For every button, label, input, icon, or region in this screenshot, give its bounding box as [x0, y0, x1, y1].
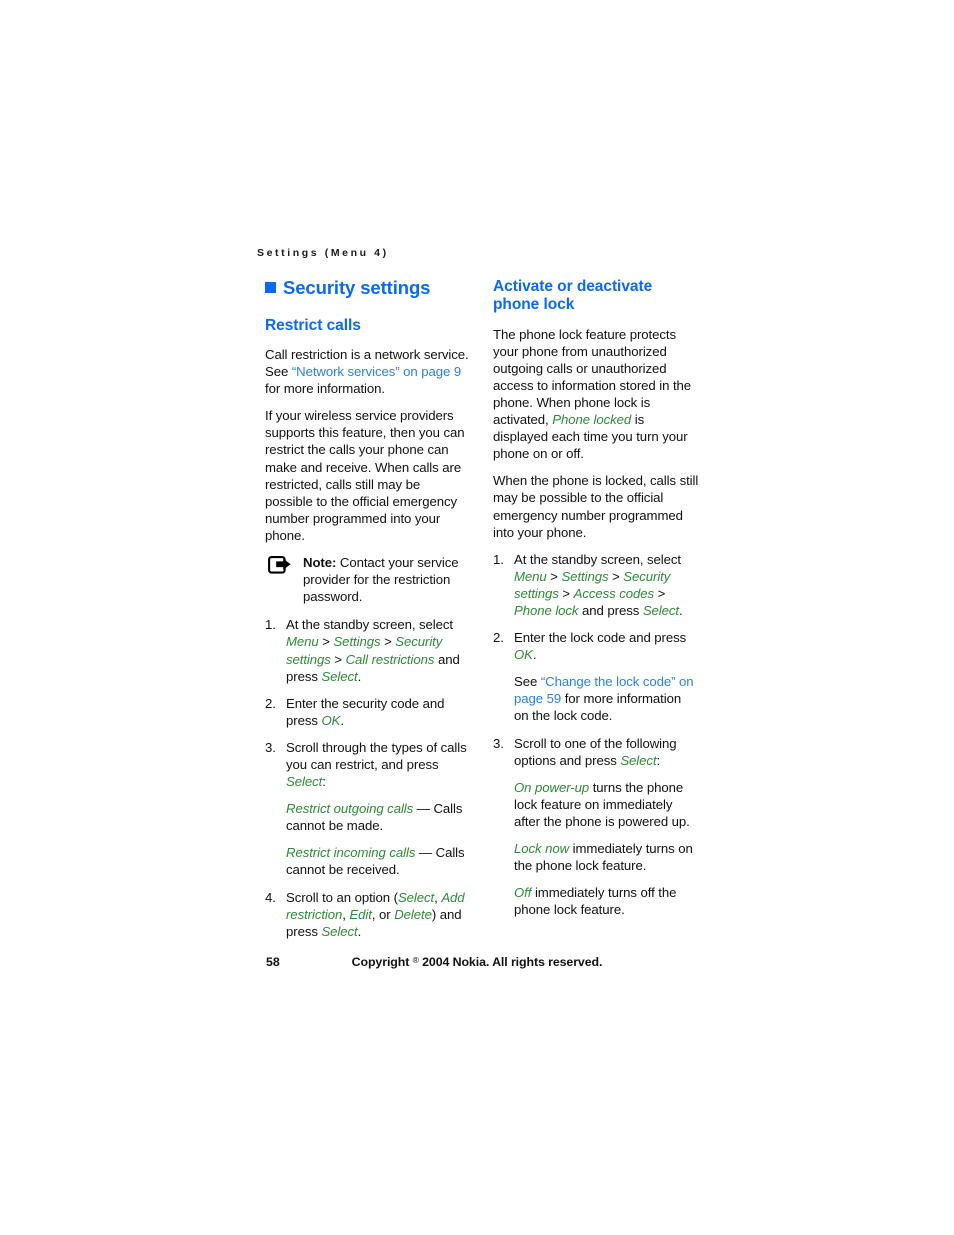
step-sub-paragraph: Restrict incoming calls — Calls cannot b… [286, 844, 471, 878]
chapter-heading: Security settings [265, 277, 471, 299]
ui-term: Lock now [514, 841, 570, 856]
ui-term: OK [321, 712, 341, 728]
step-sub-paragraph: Restrict outgoing calls — Calls cannot b… [286, 800, 471, 834]
ui-term: Settings [561, 568, 609, 584]
text-run: > [654, 585, 666, 601]
text-run: At the standby screen, select [514, 551, 682, 567]
text-run: > [318, 634, 334, 650]
step-sub-paragraph: Off immediately turns off the phone lock… [514, 884, 699, 918]
step-text: Scroll to an option (Select, Add restric… [286, 890, 465, 939]
text-run: At the standby screen, select [286, 617, 454, 633]
ui-term: Access codes [573, 585, 655, 601]
ui-term: Settings [333, 634, 381, 650]
ui-term: Off [514, 885, 532, 901]
cross-reference-link-network-services[interactable]: “Network services” on page 9 [292, 364, 461, 379]
two-column-body: Security settings Restrict calls Call re… [265, 277, 699, 940]
numbered-step: Enter the lock code and press OK. See “Ch… [493, 629, 699, 724]
section-heading-restrict-calls: Restrict calls [265, 316, 361, 334]
numbered-step: Scroll to an option (Select, Add restric… [265, 889, 471, 940]
paragraph-phone-lock-intro: The phone lock feature protects your pho… [493, 326, 699, 463]
step-text: Scroll to one of the following options a… [514, 736, 677, 768]
text-run: and press [578, 602, 643, 618]
ui-term: Select [620, 752, 657, 768]
ui-term: Restrict outgoing calls [286, 801, 414, 817]
left-column: Security settings Restrict calls Call re… [265, 277, 471, 940]
right-steps-list: At the standby screen, select Menu > Set… [493, 551, 699, 919]
ui-term: Call restrictions [345, 651, 435, 667]
text-run: > [608, 568, 624, 584]
ui-term: Menu [286, 634, 319, 650]
text-run: Scroll through the types of calls you ca… [286, 739, 467, 772]
footer-copyright: Copyright ® 2004 Nokia. All rights reser… [0, 955, 954, 969]
step-text: Enter the security code and press OK. [286, 696, 444, 728]
step-text: At the standby screen, select Menu > Set… [514, 552, 683, 618]
running-head: Settings (Menu 4) [257, 247, 389, 259]
text-run: immediately turns off the phone lock fea… [514, 885, 677, 918]
note-label: Note: [303, 555, 337, 571]
text-run: : [656, 752, 661, 768]
ui-term: Select [321, 668, 358, 684]
section-heading-phone-lock: Activate or deactivate phone lock [493, 278, 653, 314]
note-pointer-icon [268, 556, 294, 576]
paragraph-locked-emergency: When the phone is locked, calls still ma… [493, 473, 699, 540]
paragraph-call-restriction: Call restriction is a network service. S… [265, 346, 471, 397]
copyright-suffix: 2004 Nokia. All rights reserved. [418, 955, 603, 969]
text-run: See [514, 674, 541, 690]
text-run: . [357, 668, 362, 684]
copyright-prefix: Copyright [351, 955, 413, 969]
text-run: Scroll to an option ( [286, 889, 398, 905]
ui-term: OK [514, 647, 533, 663]
numbered-step: Scroll through the types of calls you ca… [265, 739, 471, 879]
text-run: > [558, 585, 574, 601]
text-run: > [330, 651, 346, 667]
numbered-step: At the standby screen, select Menu > Set… [265, 616, 471, 684]
ui-term: Select [642, 602, 680, 618]
ui-term: Menu [514, 568, 547, 584]
ui-term: Select [321, 923, 358, 939]
ui-term: Select [286, 774, 323, 790]
step-text: At the standby screen, select Menu > Set… [286, 617, 460, 683]
step-text: Scroll through the types of calls you ca… [286, 740, 467, 789]
paragraph-wireless-service-providers: If your wireless service providers suppo… [265, 408, 465, 543]
text-run: . [357, 923, 362, 939]
text-run: Enter the security code and press [286, 695, 445, 728]
note-callout: Note: Contact your service provider for … [265, 554, 471, 605]
ui-term: Phone locked [552, 412, 632, 428]
step-sub-paragraph: On power-up turns the phone lock feature… [514, 779, 699, 830]
numbered-step: Scroll to one of the following options a… [493, 735, 699, 919]
ui-term: Delete [394, 906, 432, 922]
text-run: . [340, 712, 344, 728]
text-run: Enter the lock code and press [514, 630, 687, 646]
right-column: Activate or deactivate phone lock The ph… [493, 278, 699, 918]
ui-term: Phone lock [514, 602, 579, 618]
ui-term: On power-up [514, 779, 590, 795]
text-run: > [380, 634, 396, 650]
text-run: , or [371, 906, 395, 922]
ui-term: Select [397, 889, 435, 905]
ui-term: Edit [349, 906, 372, 922]
ui-term: Restrict incoming calls [286, 845, 416, 861]
numbered-step: At the standby screen, select Menu > Set… [493, 551, 699, 619]
numbered-step: Enter the security code and press OK. [265, 695, 471, 729]
step-sub-paragraph: See “Change the lock code” on page 59 fo… [514, 673, 699, 724]
square-bullet-icon [265, 282, 276, 293]
note-text: Note: Contact your service provider for … [303, 554, 471, 605]
text-run: : [322, 774, 326, 790]
chapter-heading-text: Security settings [283, 277, 431, 298]
text-run: . [532, 647, 537, 663]
text-run: > [546, 568, 562, 584]
document-page: Settings (Menu 4) Security settings Rest… [0, 0, 954, 1235]
text-run: . [679, 602, 683, 618]
step-text: Enter the lock code and press OK. [514, 630, 686, 662]
text-run: for more information. [265, 381, 385, 397]
step-sub-paragraph: Lock now immediately turns on the phone … [514, 840, 699, 874]
left-steps-list: At the standby screen, select Menu > Set… [265, 616, 471, 940]
